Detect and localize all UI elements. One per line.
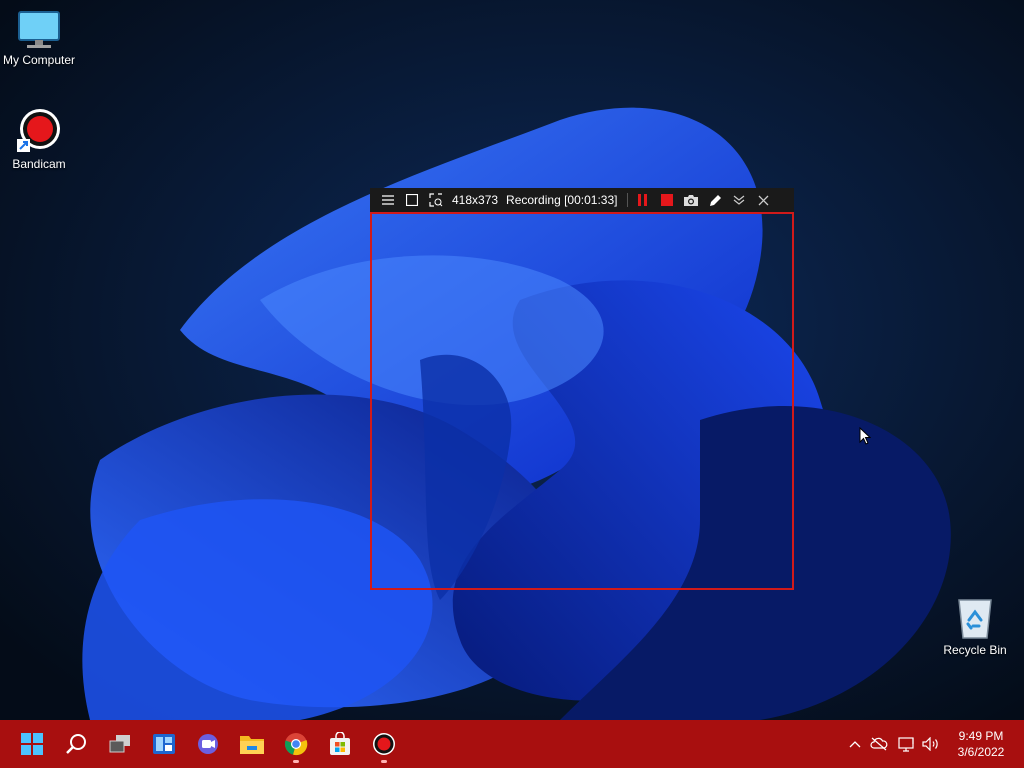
task-view-icon — [109, 735, 130, 753]
collapse-icon[interactable] — [727, 188, 751, 212]
stop-icon[interactable] — [655, 188, 679, 212]
network-tray-button[interactable] — [896, 720, 918, 768]
volume-icon — [922, 737, 938, 751]
task-view-button[interactable] — [98, 720, 142, 768]
recycle-bin-icon — [958, 599, 992, 639]
computer-icon — [18, 11, 60, 48]
select-area-icon[interactable] — [424, 188, 448, 212]
bandicam-toolbar: 418x373 Recording [00:01:33] — [370, 188, 794, 212]
bandicam-taskbar-button[interactable] — [362, 720, 406, 768]
search-button[interactable] — [54, 720, 98, 768]
chevron-up-icon — [849, 741, 861, 748]
volume-tray-button[interactable] — [920, 720, 942, 768]
recording-status: Recording [00:01:33] — [506, 193, 618, 207]
pause-icon[interactable] — [631, 188, 655, 212]
onedrive-tray-button[interactable] — [868, 720, 890, 768]
running-indicator — [293, 760, 299, 763]
widgets-button[interactable] — [142, 720, 186, 768]
toolbar-divider — [627, 193, 629, 207]
recording-size: 418x373 — [452, 193, 499, 207]
desktop-icon-recycle-bin[interactable]: Recycle Bin — [936, 596, 1014, 657]
recording-area-frame[interactable] — [370, 212, 794, 590]
search-icon — [66, 734, 86, 754]
taskbar-clock[interactable]: 9:49 PM 3/6/2022 — [944, 728, 1018, 760]
close-icon[interactable] — [751, 188, 775, 212]
fullscreen-icon[interactable] — [400, 188, 424, 212]
desktop-icon-my-computer[interactable]: My Computer — [0, 10, 78, 67]
chrome-icon — [284, 733, 308, 756]
start-icon — [21, 733, 43, 755]
store-icon — [330, 732, 350, 755]
running-indicator — [381, 760, 387, 763]
file-explorer-button[interactable] — [230, 720, 274, 768]
chat-button[interactable] — [186, 720, 230, 768]
show-hidden-icons-button[interactable] — [844, 720, 866, 768]
taskbar: 9:49 PM 3/6/2022 — [0, 720, 1024, 768]
mouse-cursor-icon — [859, 427, 871, 445]
network-icon — [898, 737, 914, 752]
desktop-icon-label: My Computer — [2, 53, 76, 67]
desktop-icon-label: Recycle Bin — [943, 643, 1007, 657]
clock-date: 3/6/2022 — [957, 745, 1005, 759]
menu-icon[interactable] — [376, 188, 400, 212]
file-explorer-icon — [240, 736, 264, 754]
chrome-button[interactable] — [274, 720, 318, 768]
clock-time: 9:49 PM — [958, 729, 1004, 743]
camera-icon[interactable] — [679, 188, 703, 212]
chat-icon — [198, 734, 218, 754]
widgets-icon — [153, 734, 175, 754]
pencil-icon[interactable] — [703, 188, 727, 212]
desktop-icon-bandicam[interactable]: Bandicam — [0, 106, 78, 171]
desktop-icon-label: Bandicam — [12, 157, 66, 171]
bandicam-icon — [373, 733, 395, 755]
start-button[interactable] — [10, 720, 54, 768]
store-button[interactable] — [318, 720, 362, 768]
bandicam-icon — [17, 109, 60, 152]
cloud-offline-icon — [870, 737, 888, 751]
